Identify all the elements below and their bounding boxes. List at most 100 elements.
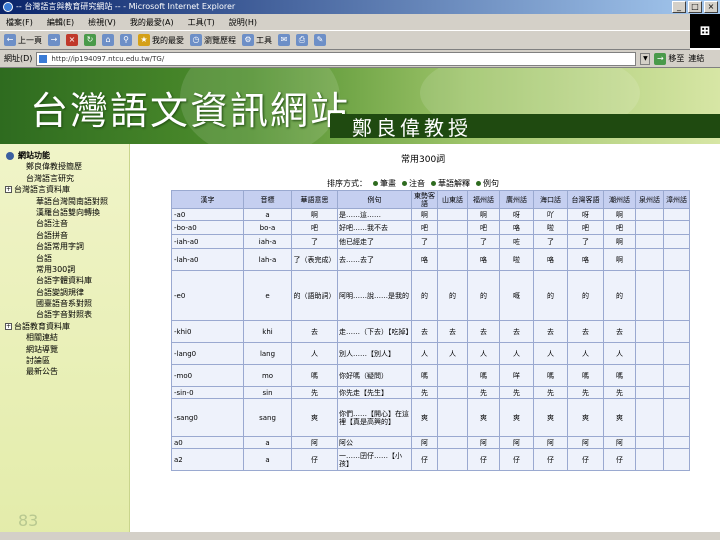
- sidebar-item[interactable]: 漢羅台語雙向轉換: [4, 207, 125, 218]
- minimize-button[interactable]: _: [672, 1, 686, 13]
- sidebar-item[interactable]: 台語注音: [4, 218, 125, 229]
- mail-button[interactable]: ✉: [278, 34, 290, 46]
- table-cell: [663, 364, 690, 387]
- forward-button[interactable]: →: [48, 34, 60, 46]
- menu-favorites[interactable]: 我的最愛(A): [130, 17, 174, 28]
- menu-view[interactable]: 檢視(V): [88, 17, 116, 28]
- sidebar-item[interactable]: 常用300詞: [4, 264, 125, 275]
- column-header[interactable]: 廣州話: [499, 190, 534, 209]
- links-button[interactable]: 連結: [688, 53, 704, 64]
- sidebar-item[interactable]: 台語變調規律: [4, 287, 125, 298]
- table-row[interactable]: -sang0 sang 爽你們……【開心】在這裡【真是高興的】爽爽爽爽爽爽: [171, 398, 690, 437]
- column-header[interactable]: 山東話: [437, 190, 468, 209]
- table-cell: [663, 208, 690, 221]
- table-row[interactable]: -e0 e 的（語助詞） 阿明……說……是我的的的的嘅的的的: [171, 270, 690, 321]
- column-header[interactable]: 潮州話: [603, 190, 636, 209]
- sidebar-item[interactable]: 相關連結: [4, 332, 125, 343]
- column-header[interactable]: 華語意思: [291, 190, 338, 209]
- refresh-button[interactable]: ↻: [84, 34, 96, 46]
- column-header[interactable]: 例句: [337, 190, 412, 209]
- sidebar-item[interactable]: 台語字音對照表: [4, 309, 125, 320]
- table-cell: 啊: [603, 248, 636, 271]
- search-button[interactable]: ⚲: [120, 34, 132, 46]
- table-row[interactable]: a2 a 仔一……囝仔……【小孩】仔仔仔仔仔仔: [171, 448, 690, 471]
- table-row[interactable]: -a0 a 啊是……這…… 啊啊呀吖呀啊: [171, 208, 690, 221]
- sidebar-item[interactable]: + 台語教育資料庫: [4, 321, 125, 332]
- expand-icon[interactable]: +: [5, 186, 12, 194]
- table-cell: 去……去了: [337, 248, 412, 271]
- table-cell: 仔: [567, 448, 604, 471]
- table-row[interactable]: -sin-0 sin 先你先走【先生】先先先先先先: [171, 386, 690, 399]
- table-row[interactable]: -lah-a0 lah-a 了（表完成） 去……去了咯咯啦咯咯啊: [171, 248, 690, 271]
- table-cell: sin: [243, 386, 292, 399]
- sidebar-item[interactable]: 最新公告: [4, 366, 125, 377]
- sidebar-item[interactable]: 台語拼音: [4, 230, 125, 241]
- sidebar-item[interactable]: 華語台灣閩南語對照: [4, 196, 125, 207]
- windows-logo-icon: ⊞: [690, 14, 720, 48]
- sort-options: 排序方式： 筆畫 注音 華語解釋 例句: [327, 178, 499, 189]
- table-cell: 仔: [411, 448, 438, 471]
- radio-icon: [402, 181, 407, 186]
- home-button[interactable]: ⌂: [102, 34, 114, 46]
- sidebar-item[interactable]: 討論區: [4, 355, 125, 366]
- history-button[interactable]: ◷ 瀏覽歷程: [190, 34, 236, 46]
- table-row[interactable]: -iah-a0 iah-a 了他已經走了了了咗了了啊: [171, 234, 690, 249]
- column-header[interactable]: 福州話: [467, 190, 500, 209]
- print-icon: ⎙: [296, 34, 308, 46]
- table-cell: 人: [437, 342, 468, 365]
- table-cell: 咯: [499, 220, 534, 235]
- column-header[interactable]: 海口話: [533, 190, 568, 209]
- table-row[interactable]: -khi0 khi 去走……（下去）【吃掉】去去去去去去去: [171, 320, 690, 343]
- close-button[interactable]: ×: [704, 1, 718, 13]
- table-cell: 吧: [411, 220, 438, 235]
- column-header[interactable]: 泉州話: [635, 190, 664, 209]
- sidebar-item[interactable]: + 台灣語言資料庫: [4, 184, 125, 195]
- maximize-button[interactable]: □: [688, 1, 702, 13]
- sidebar-item[interactable]: 網站功能: [4, 150, 125, 161]
- sidebar-item[interactable]: 鄭良偉教授簡歷: [4, 161, 125, 172]
- menu-help[interactable]: 說明(H): [229, 17, 257, 28]
- sidebar-item[interactable]: 台灣語言研究: [4, 173, 125, 184]
- table-row[interactable]: -mo0 mo 嗎你好嗎（疑問）嗎嗎咩嗎嗎嗎: [171, 364, 690, 387]
- sort-option-phonetic[interactable]: 注音: [402, 178, 425, 189]
- main-content: 常用300詞 排序方式： 筆畫 注音 華語解釋 例句 漢字 音標 華語意思 例句 東勢客…: [131, 144, 720, 540]
- address-dropdown-icon[interactable]: ▼: [640, 52, 651, 65]
- sort-option-strokes[interactable]: 筆畫: [373, 178, 396, 189]
- back-button[interactable]: ← 上一頁: [4, 34, 42, 46]
- table-cell: 啦: [533, 220, 568, 235]
- table-cell: [663, 320, 690, 343]
- edit-button[interactable]: ✎: [314, 34, 326, 46]
- table-cell: 你先走【先生】: [337, 386, 412, 399]
- address-input[interactable]: http://ip194097.ntcu.edu.tw/TG/: [36, 51, 637, 66]
- sort-option-meaning[interactable]: 華語解釋: [431, 178, 470, 189]
- sidebar-item[interactable]: 網站導覽: [4, 344, 125, 355]
- column-header[interactable]: 漢字: [171, 190, 244, 209]
- expand-icon[interactable]: +: [5, 322, 12, 330]
- table-cell: [437, 448, 468, 471]
- column-header[interactable]: 音標: [243, 190, 292, 209]
- table-row[interactable]: -bo-a0 bo-a 吧好吧……我不去吧吧咯啦吧吧: [171, 220, 690, 235]
- favorites-button[interactable]: ★ 我的最愛: [138, 34, 184, 46]
- sidebar-item[interactable]: 台語: [4, 253, 125, 264]
- stop-button[interactable]: ×: [66, 34, 78, 46]
- table-cell: 仔: [467, 448, 500, 471]
- menu-file[interactable]: 檔案(F): [6, 17, 33, 28]
- column-header[interactable]: 漳州話: [663, 190, 690, 209]
- sidebar-item-label: 華語台灣閩南語對照: [36, 196, 108, 206]
- go-button[interactable]: → 移至: [654, 52, 684, 65]
- tools-button[interactable]: ⚙ 工具: [242, 34, 272, 46]
- sidebar-item[interactable]: 台語常用字詞: [4, 241, 125, 252]
- table-cell: 爽: [467, 398, 500, 437]
- column-header[interactable]: 台灣客語: [567, 190, 604, 209]
- menu-edit[interactable]: 編輯(E): [47, 17, 74, 28]
- menu-tools[interactable]: 工具(T): [188, 17, 215, 28]
- sidebar-item[interactable]: 國臺語音系對照: [4, 298, 125, 309]
- sidebar-item[interactable]: 台語字體資料庫: [4, 275, 125, 286]
- sort-option-example[interactable]: 例句: [476, 178, 499, 189]
- professor-name: 鄭良偉教授: [352, 116, 472, 140]
- table-row[interactable]: -lang0 lang 人別人……【別人】人人人人人人人: [171, 342, 690, 365]
- column-header[interactable]: 東勢客語: [411, 190, 438, 209]
- print-button[interactable]: ⎙: [296, 34, 308, 46]
- sidebar-item-label: 台語拼音: [36, 230, 68, 240]
- table-row[interactable]: a0 a 阿阿公阿阿阿阿阿阿: [171, 436, 690, 449]
